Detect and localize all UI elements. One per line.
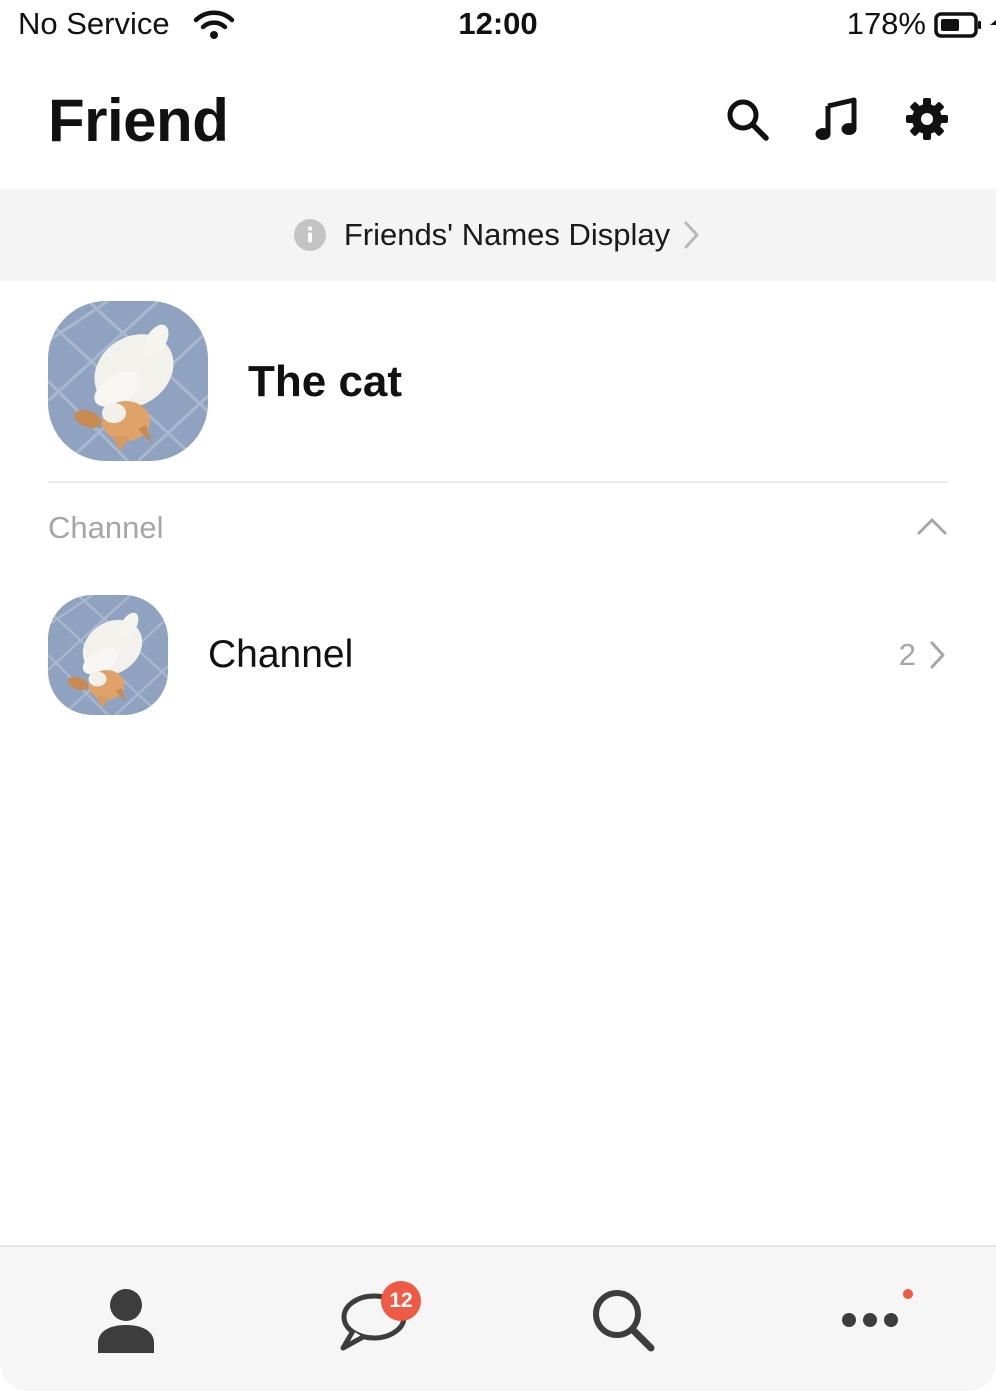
my-profile-row[interactable]: The cat <box>48 301 948 461</box>
location-arrow-icon <box>990 20 996 25</box>
status-bar: No Service 12:00 178% <box>0 0 996 52</box>
section-title: Channel <box>48 510 164 545</box>
more-dots-icon <box>842 1313 898 1327</box>
battery-icon <box>934 12 981 38</box>
tab-search[interactable] <box>498 1247 747 1391</box>
unread-badge: 12 <box>381 1281 421 1321</box>
chevron-right-icon <box>684 221 699 249</box>
page-title: Friend <box>48 87 229 154</box>
bottom-tab-bar: 12 <box>0 1245 996 1391</box>
info-icon <box>293 219 326 251</box>
list-item[interactable]: Channel 2 <box>48 595 948 715</box>
gear-icon[interactable] <box>904 96 950 142</box>
channel-count: 2 <box>898 637 916 672</box>
notification-dot <box>903 1289 913 1299</box>
person-icon <box>98 1289 154 1353</box>
music-note-icon[interactable] <box>814 96 860 142</box>
battery-percent: 178% <box>846 6 926 41</box>
divider <box>48 481 948 483</box>
chevron-right-icon <box>930 641 945 669</box>
channel-section-header: Channel <box>48 510 948 552</box>
chevron-up-icon[interactable] <box>916 514 948 538</box>
tab-more[interactable] <box>747 1247 996 1391</box>
channel-avatar <box>48 595 168 715</box>
channel-label: Channel <box>208 633 354 676</box>
friends-names-display-banner[interactable]: Friends' Names Display <box>0 189 996 281</box>
tab-friends[interactable] <box>0 1247 249 1391</box>
search-icon <box>593 1290 655 1352</box>
search-icon[interactable] <box>724 96 770 142</box>
profile-name: The cat <box>248 357 403 406</box>
friends-screen: No Service 12:00 178% Friend Friends' Na… <box>0 0 996 1391</box>
tab-chats[interactable]: 12 <box>249 1247 498 1391</box>
avatar <box>48 301 208 461</box>
banner-label: Friends' Names Display <box>343 217 671 252</box>
